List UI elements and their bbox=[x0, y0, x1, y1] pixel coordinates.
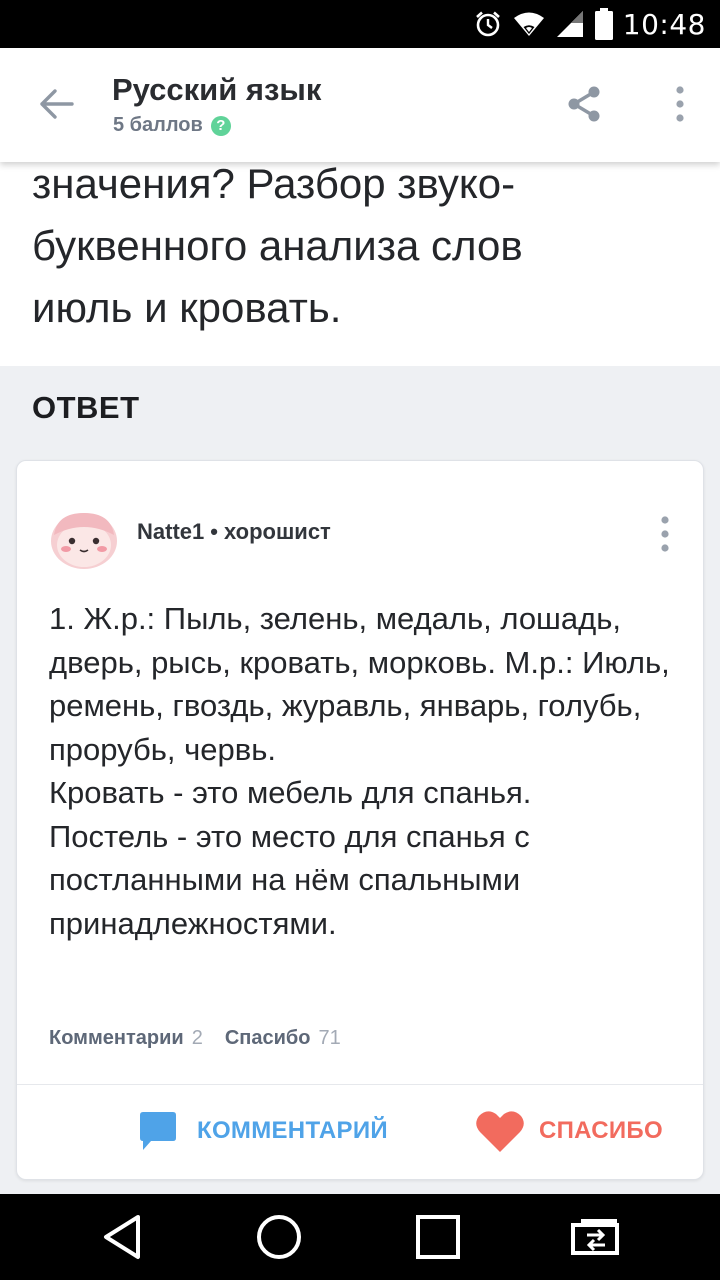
signal-icon bbox=[555, 9, 585, 39]
avatar-image bbox=[51, 513, 117, 569]
comments-link[interactable]: Комментарии 2 bbox=[49, 1027, 203, 1050]
nav-home-icon bbox=[257, 1215, 301, 1259]
comment-button-label: КОММЕНТАРИЙ bbox=[197, 1117, 388, 1144]
wifi-icon bbox=[513, 10, 545, 38]
author-name[interactable]: Natte1 bbox=[137, 519, 204, 545]
nav-recents-icon bbox=[416, 1215, 460, 1259]
nav-switch-icon bbox=[571, 1219, 619, 1255]
subject-title: Русский язык bbox=[112, 72, 322, 107]
app-bar: Русский язык 5 баллов ? bbox=[0, 48, 720, 162]
comment-bubble-icon bbox=[140, 1112, 176, 1150]
author-rank: хорошист bbox=[223, 519, 331, 544]
author-line: Natte1 • хорошист bbox=[137, 519, 331, 545]
more-vert-icon bbox=[661, 516, 669, 552]
nav-back-icon bbox=[104, 1215, 140, 1259]
status-bar: 10:48 bbox=[0, 0, 720, 48]
alarm-icon bbox=[473, 9, 503, 39]
nav-back-button[interactable] bbox=[90, 1206, 154, 1268]
help-icon[interactable]: ? bbox=[210, 115, 231, 136]
share-icon bbox=[568, 86, 600, 122]
overflow-menu-button[interactable] bbox=[660, 78, 700, 130]
thanks-button[interactable]: СПАСИБО bbox=[475, 1105, 663, 1157]
battery-icon bbox=[594, 8, 613, 40]
thanks-button-label: СПАСИБО bbox=[539, 1117, 663, 1144]
question-text: значения? Разбор звуко- буквенного анали… bbox=[32, 160, 523, 331]
nav-home-button[interactable] bbox=[247, 1206, 311, 1268]
more-vert-icon bbox=[676, 86, 684, 122]
author-separator: • bbox=[210, 519, 218, 544]
nav-recents-button[interactable] bbox=[406, 1206, 470, 1268]
nav-switch-button[interactable] bbox=[564, 1206, 628, 1268]
avatar[interactable] bbox=[49, 505, 119, 575]
answer-text: 1. Ж.р.: Пыль, зелень, медаль, лошадь, д… bbox=[49, 601, 670, 941]
answer-card: Natte1 • хорошист 1. Ж.р.: Пыль, зелень,… bbox=[16, 460, 704, 1180]
heart-icon bbox=[476, 1111, 524, 1152]
thanks-count: 71 bbox=[318, 1027, 341, 1049]
back-arrow-icon bbox=[40, 89, 74, 119]
card-divider bbox=[17, 1084, 703, 1085]
back-button[interactable] bbox=[30, 78, 82, 130]
comment-button[interactable]: КОММЕНТАРИЙ bbox=[137, 1105, 388, 1157]
comments-label: Комментарии bbox=[49, 1027, 184, 1049]
answer-heading: ОТВЕТ bbox=[32, 390, 140, 425]
thanks-link[interactable]: Спасибо 71 bbox=[225, 1027, 341, 1050]
navigation-bar bbox=[0, 1194, 720, 1280]
share-button[interactable] bbox=[560, 80, 608, 128]
answer-menu-button[interactable] bbox=[653, 511, 677, 557]
answer-meta: Комментарии 2 Спасибо 71 bbox=[49, 1027, 341, 1050]
comments-count: 2 bbox=[191, 1027, 203, 1049]
thanks-label: Спасибо bbox=[224, 1027, 311, 1049]
status-time: 10:48 bbox=[622, 7, 706, 41]
points-text: 5 баллов bbox=[113, 114, 203, 136]
points-row: 5 баллов ? bbox=[113, 114, 231, 137]
